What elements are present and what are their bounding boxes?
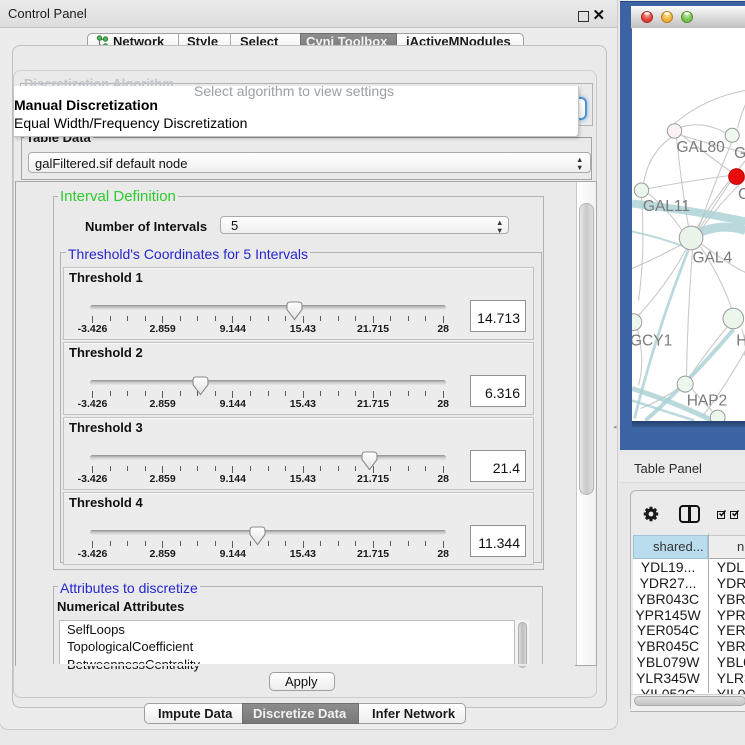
svg-text:GCY1: GCY1 (632, 332, 672, 349)
svg-text:GAL11: GAL11 (642, 198, 689, 215)
svg-text:HAP2: HAP2 (686, 392, 727, 409)
svg-text:HIS4: HIS4 (736, 332, 745, 349)
svg-text:GAL80: GAL80 (676, 138, 725, 155)
svg-text:CDC6: CDC6 (738, 185, 745, 202)
svg-text:GAL2: GAL2 (734, 145, 745, 162)
svg-text:GAL4: GAL4 (692, 249, 732, 266)
